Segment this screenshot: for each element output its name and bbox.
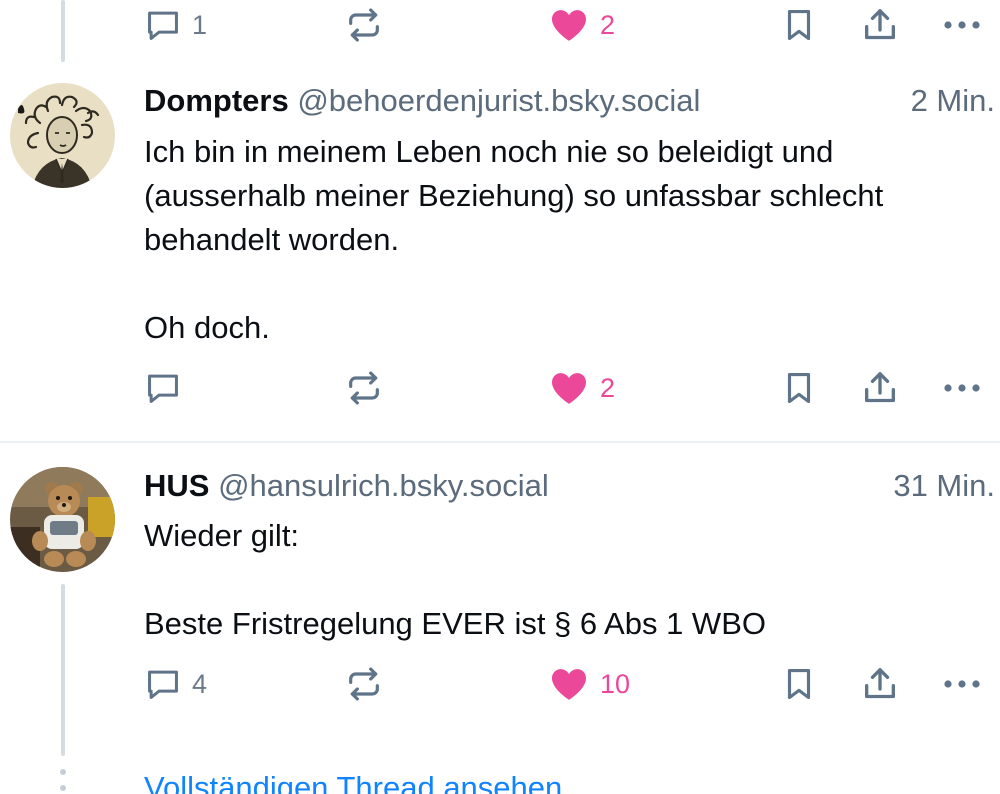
view-full-thread-link[interactable]: Vollständigen Thread ansehen [144, 768, 562, 794]
feed: 1 2 Dompters @behoerdenjurist.bsky.socia… [0, 0, 1000, 794]
thread-connector-top [61, 0, 65, 62]
heart-filled-icon [551, 10, 587, 41]
reply-icon [148, 11, 178, 40]
more-options-button[interactable] [940, 366, 984, 410]
avatar-image [10, 467, 115, 572]
avatar[interactable] [10, 83, 115, 188]
bookmark-icon [787, 668, 811, 700]
repost-icon [349, 371, 379, 405]
reply-count: 1 [192, 9, 208, 40]
post-actions: 2 [144, 366, 1000, 410]
post-text: Ich bin in meinem Leben noch nie so bele… [144, 134, 884, 345]
reply-button[interactable] [144, 366, 192, 410]
like-button[interactable]: 2 [548, 3, 615, 47]
bookmark-icon [787, 372, 811, 404]
post-actions: 1 2 [144, 3, 1000, 47]
share-button[interactable] [860, 662, 900, 706]
like-count: 2 [600, 9, 616, 40]
author-handle[interactable]: @behoerdenjurist.bsky.social [297, 83, 700, 118]
repost-button[interactable] [344, 662, 384, 706]
post-divider [0, 441, 1000, 443]
heart-filled-icon [551, 669, 587, 700]
post-actions: 4 10 [144, 662, 1000, 706]
share-icon [865, 9, 895, 40]
bookmark-button[interactable] [780, 3, 818, 47]
like-button[interactable]: 2 [548, 366, 615, 410]
share-button[interactable] [860, 366, 900, 410]
reply-button[interactable]: 1 [144, 3, 207, 47]
author-display-name[interactable]: HUS [144, 468, 209, 503]
more-horizontal-icon [944, 384, 980, 392]
repost-button[interactable] [344, 366, 384, 410]
share-icon [865, 372, 895, 403]
reply-button[interactable]: 4 [144, 662, 207, 706]
avatar[interactable] [10, 467, 115, 572]
heart-filled-icon [551, 373, 587, 404]
share-button[interactable] [860, 3, 900, 47]
thread-ellipsis-dot [60, 785, 66, 791]
post-timestamp[interactable]: 2 Min. [911, 81, 995, 121]
more-horizontal-icon [944, 680, 980, 688]
bookmark-button[interactable] [780, 662, 818, 706]
repost-icon [349, 667, 379, 701]
reply-icon [148, 374, 178, 403]
like-count: 2 [600, 372, 616, 403]
post-header: Dompters @behoerdenjurist.bsky.social 2 … [144, 81, 995, 121]
repost-button[interactable] [344, 3, 384, 47]
avatar-image [10, 83, 115, 188]
more-options-button[interactable] [940, 3, 984, 47]
reply-count: 4 [192, 668, 208, 699]
post-timestamp[interactable]: 31 Min. [893, 466, 995, 506]
share-icon [865, 668, 895, 699]
more-options-button[interactable] [940, 662, 984, 706]
post-text: Wieder gilt: Beste Fristregelung EVER is… [144, 518, 766, 641]
post-header: HUS @hansulrich.bsky.social 31 Min. [144, 466, 995, 506]
like-count: 10 [600, 668, 631, 699]
thread-connector-bottom [61, 584, 65, 756]
like-button[interactable]: 10 [548, 662, 630, 706]
thread-ellipsis-dot [60, 769, 66, 775]
author-display-name[interactable]: Dompters [144, 83, 289, 118]
author-handle[interactable]: @hansulrich.bsky.social [218, 468, 549, 503]
repost-icon [349, 8, 379, 42]
bookmark-button[interactable] [780, 366, 818, 410]
reply-icon [148, 670, 178, 699]
more-horizontal-icon [944, 21, 980, 29]
bookmark-icon [787, 9, 811, 41]
